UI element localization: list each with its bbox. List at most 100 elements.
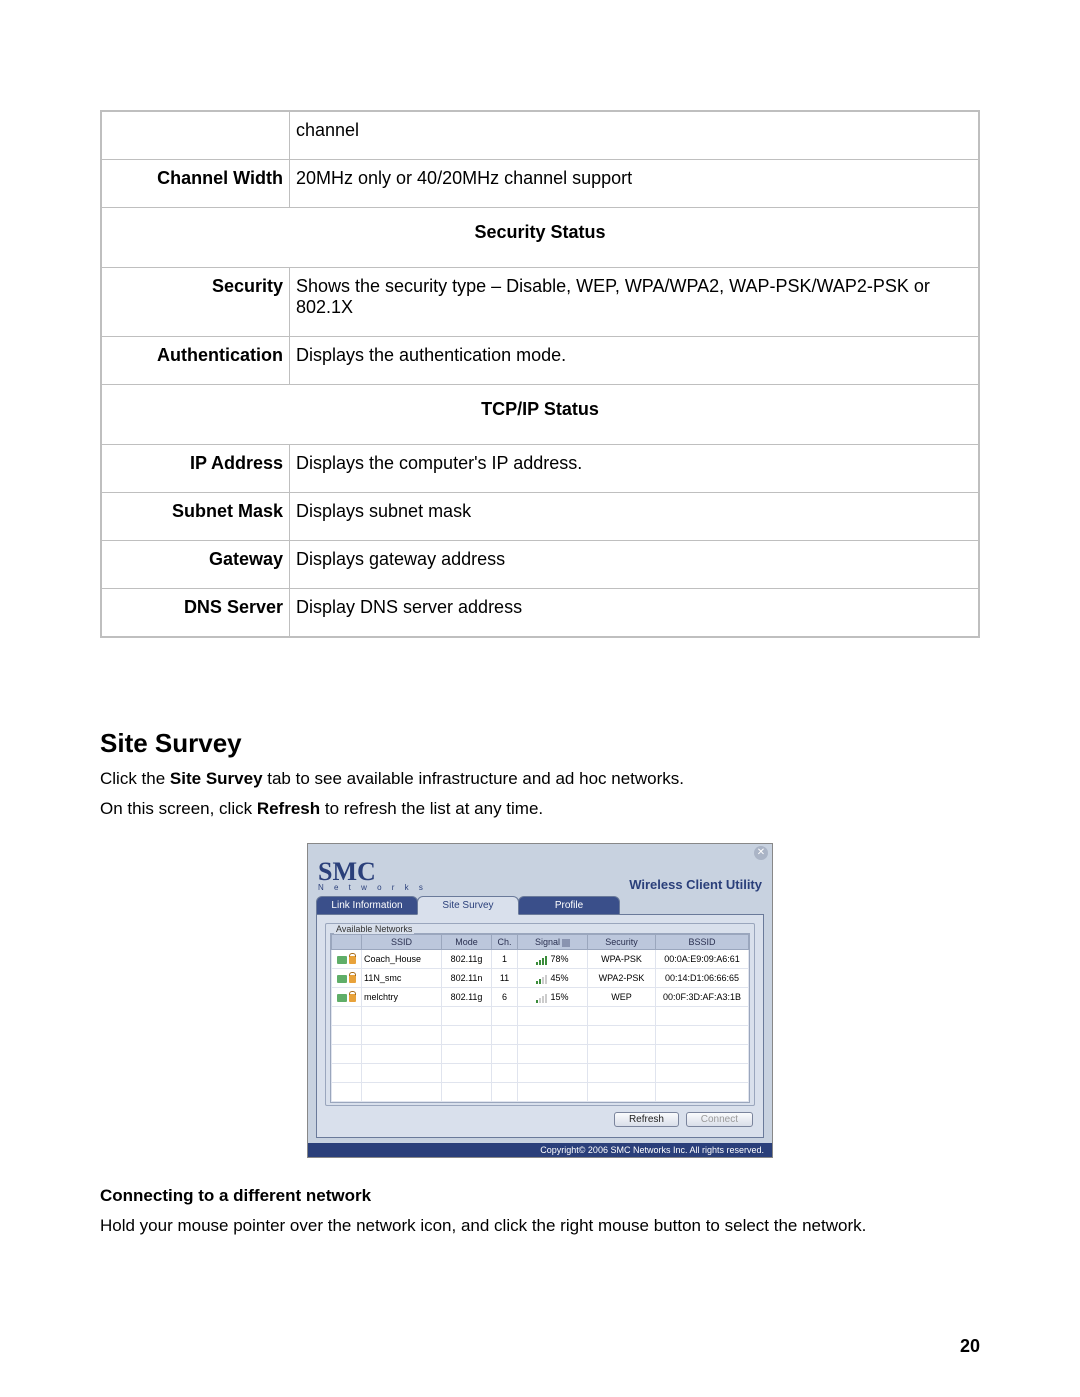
network-icon-cell[interactable] [332,969,362,988]
col-signal-header[interactable]: Signal [518,935,588,950]
empty-cell [656,1026,749,1045]
empty-cell [492,1007,518,1026]
empty-cell [332,1083,362,1102]
network-security: WEP [588,988,656,1007]
empty-cell [588,1064,656,1083]
network-icon-cell[interactable] [332,950,362,969]
empty-cell [588,1045,656,1064]
intro2-pre: On this screen, click [100,799,257,818]
network-row[interactable]: 11N_smc802.11n1145%WPA2-PSK00:14:D1:06:6… [332,969,749,988]
network-row[interactable]: Coach_House802.11g178%WPA-PSK00:0A:E9:09… [332,950,749,969]
spec-row-label: Security [101,268,290,337]
col-ssid-header[interactable]: SSID [362,935,442,950]
spec-row-label: Gateway [101,541,290,589]
tab-site-survey[interactable]: Site Survey [417,896,519,915]
empty-cell [588,1083,656,1102]
intro1-post: tab to see available infrastructure and … [263,769,684,788]
lock-icon [349,956,356,964]
network-row [332,1083,749,1102]
spec-row-label: Channel Width [101,160,290,208]
networks-grid: SSID Mode Ch. Signal Security BSSID Coac… [330,933,750,1103]
network-icon [337,994,347,1002]
network-security: WPA-PSK [588,950,656,969]
network-row [332,1064,749,1083]
empty-cell [332,1007,362,1026]
col-ch-header[interactable]: Ch. [492,935,518,950]
col-icon-header[interactable] [332,935,362,950]
empty-cell [656,1083,749,1102]
network-signal: 15% [518,988,588,1007]
intro1-pre: Click the [100,769,170,788]
network-channel: 6 [492,988,518,1007]
network-icon-cell[interactable] [332,988,362,1007]
network-mode: 802.11g [442,988,492,1007]
spec-row: channel [101,111,979,160]
col-bssid-header[interactable]: BSSID [656,935,749,950]
available-networks-label: Available Networks [334,924,414,934]
empty-cell [588,1007,656,1026]
spec-row-desc: Displays gateway address [290,541,980,589]
empty-cell [442,1007,492,1026]
smc-logo-sub: N e t w o r k s [318,883,427,892]
lock-icon [349,994,356,1002]
smc-logo: SMC N e t w o r k s [318,860,427,892]
connecting-subheading: Connecting to a different network [100,1186,980,1206]
intro-line-2: On this screen, click Refresh to refresh… [100,799,980,819]
col-mode-header[interactable]: Mode [442,935,492,950]
site-survey-heading: Site Survey [100,728,980,759]
empty-cell [362,1064,442,1083]
spec-row-label: IP Address [101,445,290,493]
network-row [332,1026,749,1045]
utility-tabs: Link Information Site Survey Profile [308,896,772,915]
spec-row: GatewayDisplays gateway address [101,541,979,589]
empty-cell [362,1026,442,1045]
spec-row-label [101,111,290,160]
sort-indicator-icon [562,939,570,947]
empty-cell [656,1007,749,1026]
lock-icon [349,975,356,983]
empty-cell [332,1064,362,1083]
spec-row-desc: channel [290,111,980,160]
spec-row-desc: 20MHz only or 40/20MHz channel support [290,160,980,208]
utility-title: Wireless Client Utility [629,877,762,892]
spec-row: IP AddressDisplays the computer's IP add… [101,445,979,493]
spec-section-header: Security Status [101,208,979,268]
network-signal: 78% [518,950,588,969]
utility-footer: Copyright© 2006 SMC Networks Inc. All ri… [308,1143,772,1157]
intro-line-1: Click the Site Survey tab to see availab… [100,769,980,789]
signal-bars-icon [536,993,547,1003]
empty-cell [518,1007,588,1026]
empty-cell [518,1045,588,1064]
spec-row-desc: Displays the computer's IP address. [290,445,980,493]
spec-row: SecurityShows the security type – Disabl… [101,268,979,337]
refresh-button[interactable]: Refresh [614,1112,679,1127]
spec-row-desc: Shows the security type – Disable, WEP, … [290,268,980,337]
wireless-utility-window: ✕ SMC N e t w o r k s Wireless Client Ut… [307,843,773,1158]
spec-row-desc: Displays subnet mask [290,493,980,541]
network-icon [337,975,347,983]
network-ssid: 11N_smc [362,969,442,988]
signal-bars-icon [536,955,547,965]
connect-button[interactable]: Connect [686,1112,753,1127]
spec-row-label: Subnet Mask [101,493,290,541]
spec-section-header: TCP/IP Status [101,385,979,445]
empty-cell [362,1007,442,1026]
signal-bars-icon [536,974,547,984]
network-row[interactable]: melchtry802.11g615%WEP00:0F:3D:AF:A3:1B [332,988,749,1007]
empty-cell [492,1045,518,1064]
col-security-header[interactable]: Security [588,935,656,950]
tab-profile[interactable]: Profile [518,896,620,915]
spec-row: Channel Width20MHz only or 40/20MHz chan… [101,160,979,208]
empty-cell [492,1083,518,1102]
intro2-post: to refresh the list at any time. [320,799,543,818]
empty-cell [518,1083,588,1102]
empty-cell [442,1045,492,1064]
close-icon[interactable]: ✕ [754,846,768,860]
network-row [332,1045,749,1064]
page-number: 20 [960,1336,980,1357]
spec-row-desc: Displays the authentication mode. [290,337,980,385]
spec-row-label: DNS Server [101,589,290,638]
network-mode: 802.11g [442,950,492,969]
tab-link-information[interactable]: Link Information [316,896,418,915]
network-channel: 11 [492,969,518,988]
